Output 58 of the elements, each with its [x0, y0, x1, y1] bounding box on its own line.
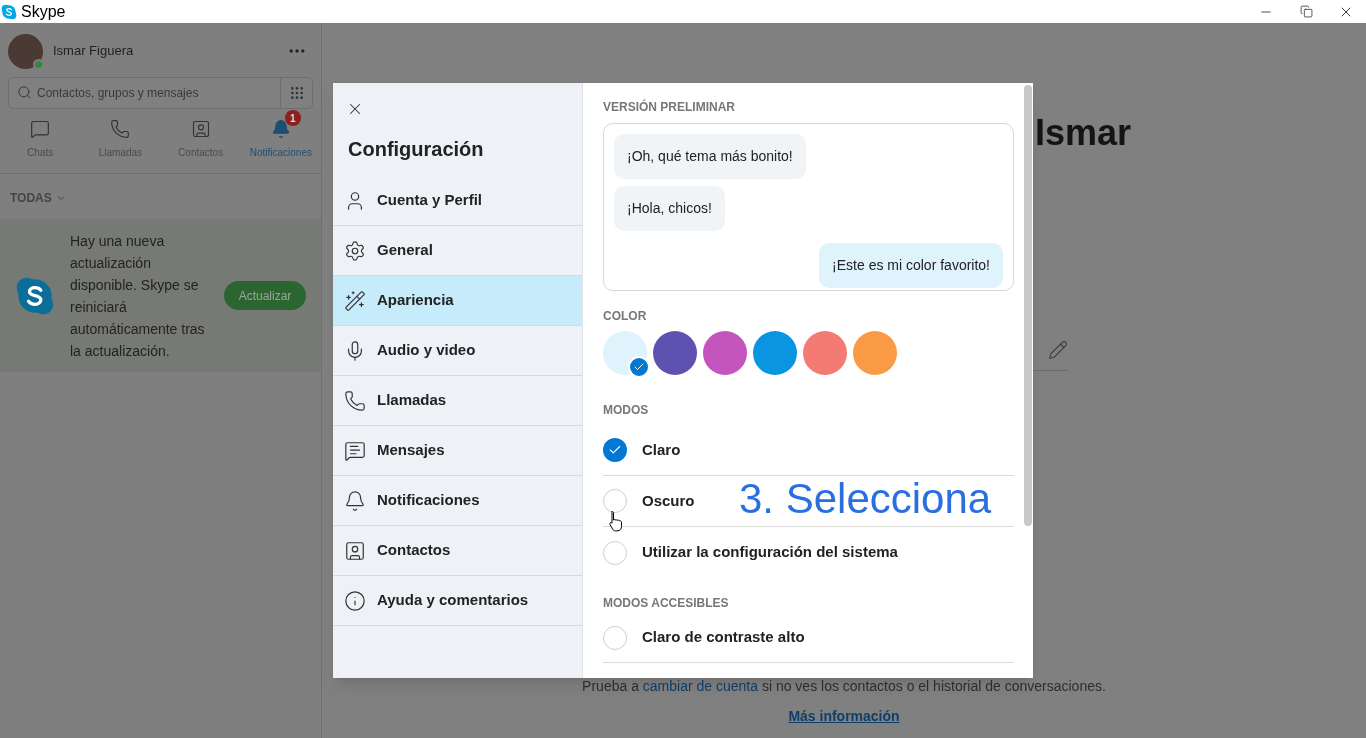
phone-icon: [344, 389, 366, 412]
color-swatch[interactable]: [653, 331, 697, 375]
avatar[interactable]: [8, 33, 43, 69]
bell-icon: [344, 489, 366, 512]
settings-nav-item[interactable]: Ayuda y comentarios: [333, 576, 582, 626]
section-label: MODOS: [603, 403, 650, 417]
section-label: COLOR: [603, 309, 648, 323]
bell-icon: [270, 119, 291, 139]
chat-bubble-icon: [30, 119, 51, 139]
check-icon: [608, 443, 622, 457]
account-hint-text: Prueba a cambiar de cuenta si no ves los contactos o el historial de conversaciones.: [581, 677, 1107, 695]
welcome-heading: Ismar: [1035, 111, 1132, 155]
settings-nav-item[interactable]: Cuenta y Perfil: [333, 176, 582, 226]
online-status-icon: [33, 58, 44, 70]
mode-option-label: Claro de contraste alto: [642, 627, 805, 648]
gear-icon: [344, 239, 366, 262]
color-swatch[interactable]: [753, 331, 797, 375]
radio-button[interactable]: [603, 489, 627, 513]
radio-button[interactable]: [603, 438, 627, 462]
settings-nav-item[interactable]: Contactos: [333, 526, 582, 576]
message-bubble: ¡Este es mi color favorito!: [819, 243, 1003, 288]
settings-title: Configuración: [348, 137, 485, 162]
mode-option-label: Oscuro: [642, 490, 695, 511]
info-icon: [344, 589, 366, 612]
mode-option-label: Utilizar la configuración del sistema: [642, 542, 898, 563]
contact-card-icon: [344, 539, 366, 562]
magic-wand-icon: [344, 289, 366, 312]
profile-name: Ismar Figuera: [53, 42, 134, 61]
annotation-text: 3. Selecciona: [739, 474, 992, 524]
color-swatch[interactable]: [803, 331, 847, 375]
hand-cursor-icon: [609, 510, 623, 532]
dial-pad-icon: [288, 85, 305, 101]
search-icon: [17, 85, 32, 100]
settings-nav-item[interactable]: Mensajes: [333, 426, 582, 476]
window-title: Skype: [21, 1, 66, 22]
radio-button[interactable]: [603, 625, 627, 650]
settings-nav-item[interactable]: Audio y video: [333, 326, 582, 376]
color-swatch[interactable]: [603, 331, 647, 375]
contact-card-icon: [190, 119, 211, 139]
scrollbar-thumb[interactable]: [1023, 85, 1032, 526]
skype-logo-icon: [15, 275, 55, 316]
notification-text: Hay una nueva actualización disponible. Skype se reiniciará automáticamente tras la actualización.: [70, 231, 206, 361]
notification-badge: 1: [284, 110, 301, 126]
edit-pencil-icon[interactable]: [1048, 340, 1068, 360]
phone-icon: [110, 119, 131, 139]
color-swatch[interactable]: [703, 331, 747, 375]
settings-nav-item[interactable]: Notificaciones: [333, 476, 582, 526]
message-bubble: ¡Oh, qué tema más bonito!: [614, 134, 806, 179]
message-icon: [344, 439, 366, 462]
color-swatch[interactable]: [853, 331, 897, 375]
settings-nav-item[interactable]: Apariencia: [333, 276, 582, 326]
mode-option-label: Claro: [642, 439, 681, 460]
settings-nav-item[interactable]: Llamadas: [333, 376, 582, 426]
section-label: VERSIÓN PRELIMINAR: [603, 100, 736, 114]
section-label: MODOS ACCESIBLES: [603, 596, 730, 610]
message-bubble: ¡Hola, chicos!: [614, 186, 725, 231]
search-field[interactable]: Contactos, grupos y mensajes: [8, 77, 313, 109]
radio-button[interactable]: [603, 540, 627, 565]
